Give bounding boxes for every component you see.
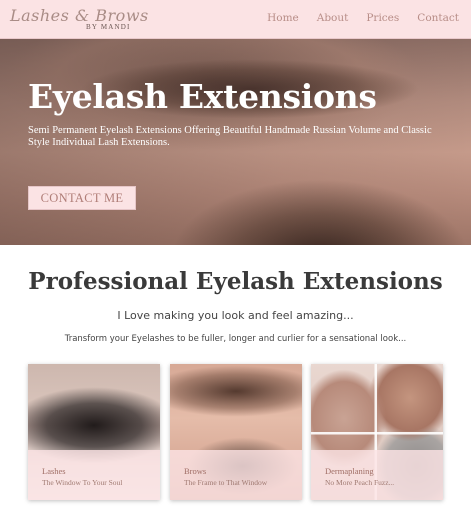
- service-card-brows[interactable]: Brows The Frame to That Window: [170, 364, 302, 500]
- card-subtitle: The Frame to That Window: [184, 478, 268, 487]
- hero-title: Eyelash Extensions: [28, 77, 377, 116]
- card-title: Lashes: [42, 466, 66, 476]
- card-caption: Lashes The Window To Your Soul: [28, 450, 160, 500]
- hero-banner: Eyelash Extensions Semi Permanent Eyelas…: [0, 39, 471, 245]
- card-subtitle: No More Peach Fuzz...: [325, 478, 395, 487]
- card-title: Brows: [184, 466, 207, 476]
- logo[interactable]: Lashes & Brows BY MANDI: [10, 6, 150, 34]
- contact-me-button[interactable]: CONTACT ME: [28, 186, 136, 210]
- site-header: Lashes & Brows BY MANDI Home About Price…: [0, 0, 471, 39]
- nav-contact[interactable]: Contact: [417, 12, 459, 24]
- section-description: Transform your Eyelashes to be fuller, l…: [64, 334, 407, 344]
- hero-subtitle: Semi Permanent Eyelash Extensions Offeri…: [28, 125, 432, 148]
- card-caption: Dermaplaning No More Peach Fuzz...: [311, 450, 443, 500]
- card-caption: Brows The Frame to That Window: [170, 450, 302, 500]
- section-title: Professional Eyelash Extensions: [28, 268, 443, 295]
- service-card-lashes[interactable]: Lashes The Window To Your Soul: [28, 364, 160, 500]
- nav-about[interactable]: About: [317, 12, 349, 24]
- nav-prices[interactable]: Prices: [366, 12, 399, 24]
- logo-byline: BY MANDI: [86, 23, 131, 31]
- card-title: Dermaplaning: [325, 466, 374, 476]
- section-tagline: I Love making you look and feel amazing.…: [117, 309, 354, 322]
- service-card-dermaplaning[interactable]: Dermaplaning No More Peach Fuzz...: [311, 364, 443, 500]
- card-subtitle: The Window To Your Soul: [42, 478, 123, 487]
- nav-home[interactable]: Home: [267, 12, 299, 24]
- main-nav: Home About Prices Contact: [249, 12, 459, 24]
